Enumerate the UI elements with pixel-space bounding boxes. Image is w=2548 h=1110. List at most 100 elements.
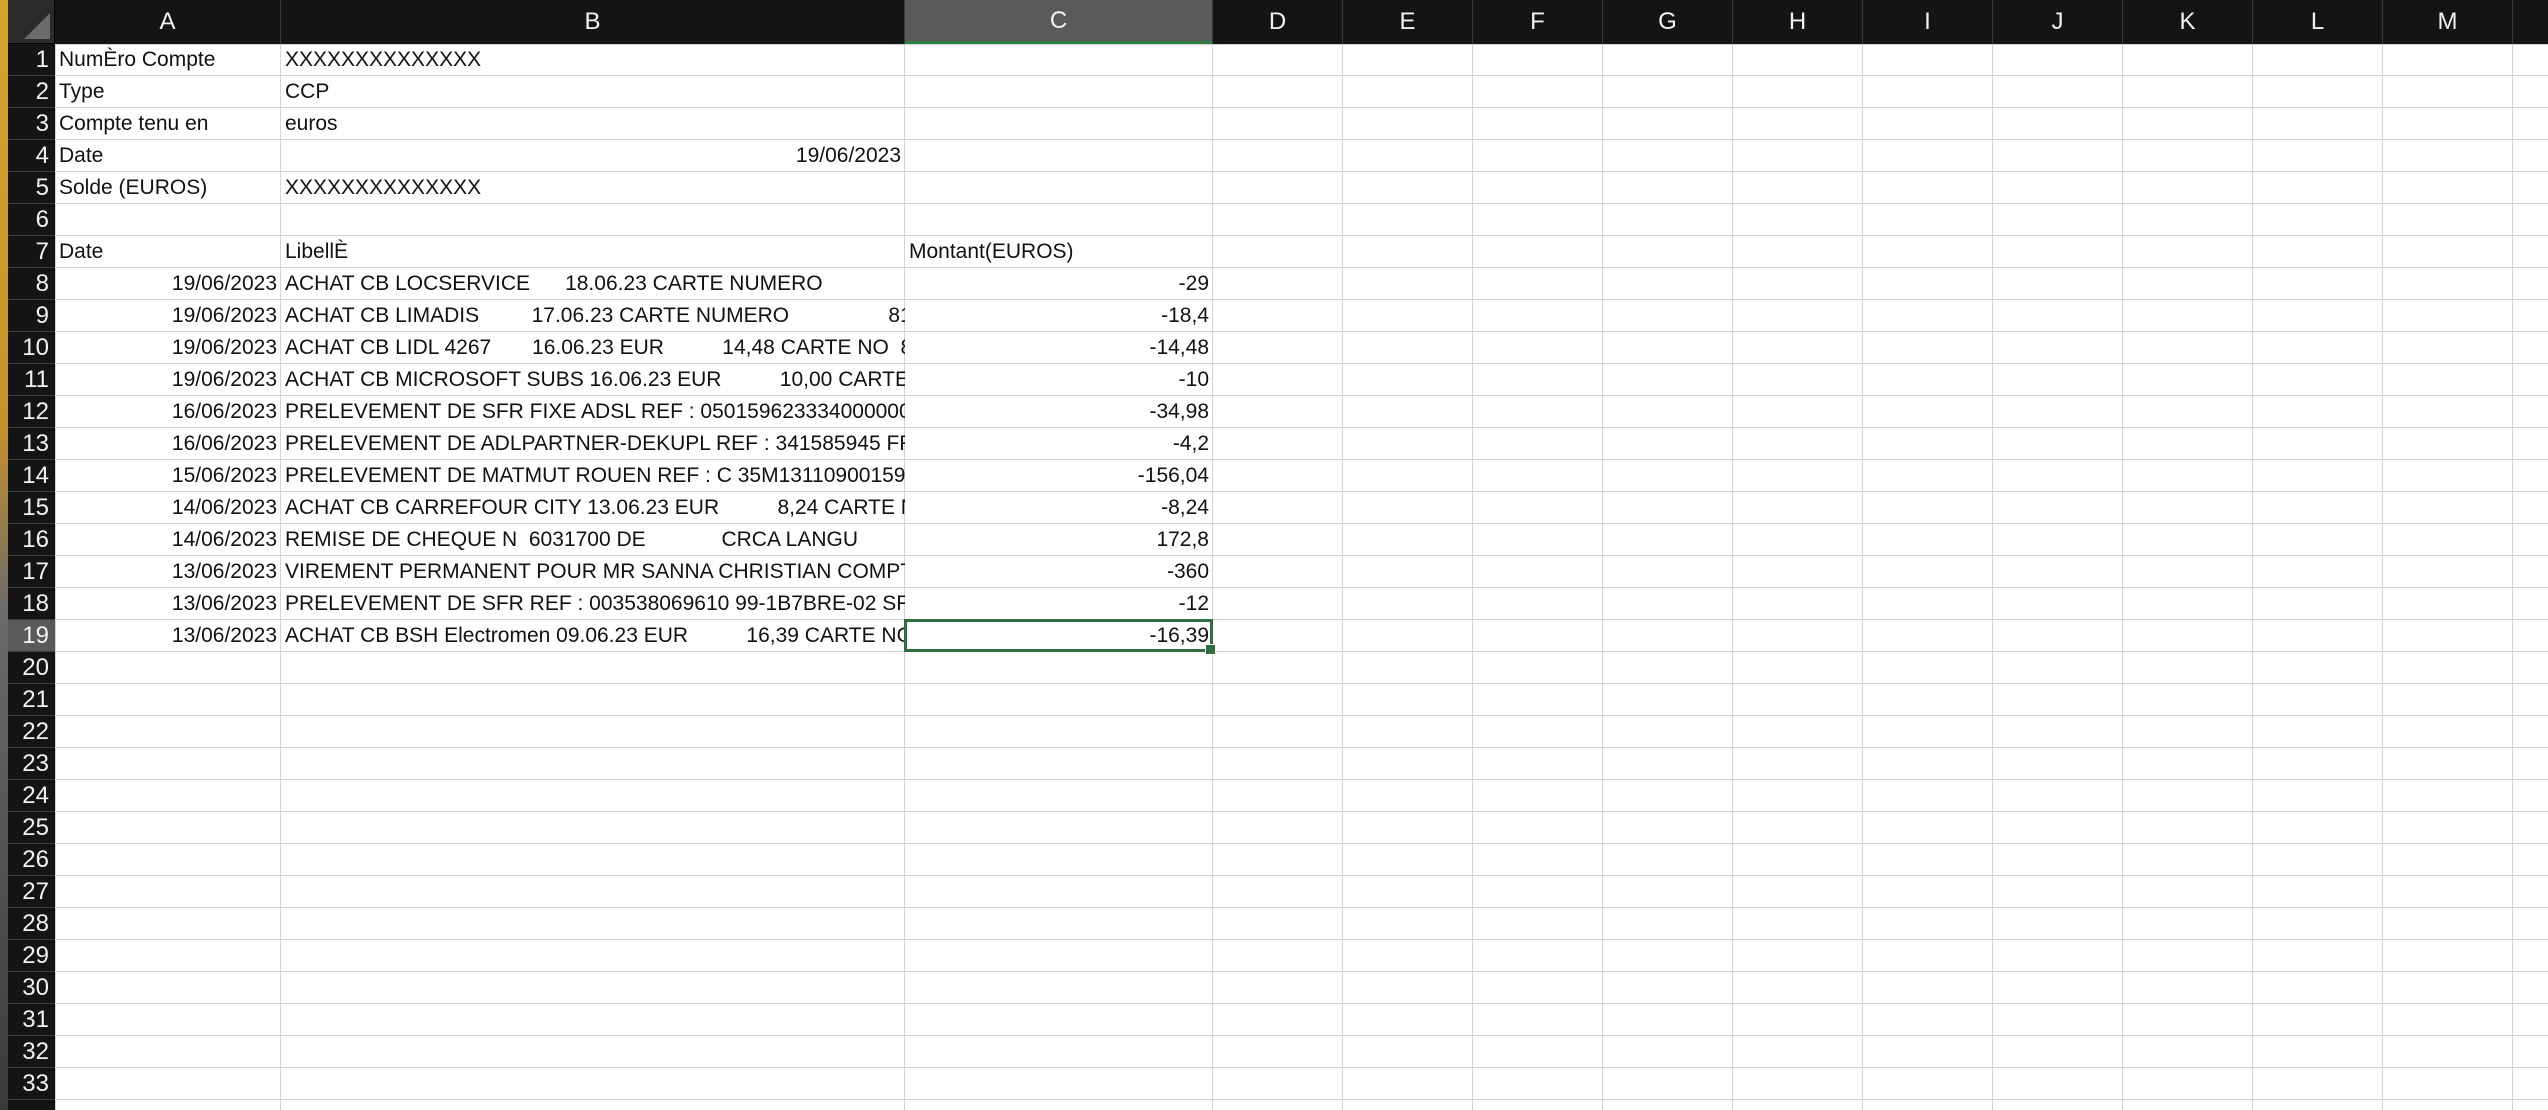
column-header-b[interactable]: B [281, 0, 905, 44]
transaction-libelle-cell[interactable]: ACHAT CB LIMADIS 17.06.23 CARTE NUMERO 8… [281, 300, 905, 332]
transaction-date-cell[interactable]: 19/06/2023 [55, 268, 281, 300]
row-header-27[interactable]: 27 [8, 876, 55, 908]
transaction-date-cell[interactable]: 19/06/2023 [55, 300, 281, 332]
column-header-m[interactable]: M [2383, 0, 2513, 44]
transaction-montant-cell[interactable]: -8,24 [905, 492, 1213, 524]
transaction-libelle-cell[interactable]: ACHAT CB MICROSOFT SUBS 16.06.23 EUR 10,… [281, 364, 905, 396]
transaction-date-cell[interactable]: 16/06/2023 [55, 396, 281, 428]
row-header-2[interactable]: 2 [8, 76, 55, 108]
column-header-c[interactable]: C [905, 0, 1213, 44]
transaction-montant-cell[interactable]: -14,48 [905, 332, 1213, 364]
row-header-10[interactable]: 10 [8, 332, 55, 364]
row-header-7[interactable]: 7 [8, 236, 55, 268]
row-header-18[interactable]: 18 [8, 588, 55, 620]
row-header-12[interactable]: 12 [8, 396, 55, 428]
column-header-j[interactable]: J [1993, 0, 2123, 44]
row-header-21[interactable]: 21 [8, 684, 55, 716]
row-header-6[interactable]: 6 [8, 204, 55, 236]
transaction-date-cell[interactable]: 13/06/2023 [55, 620, 281, 652]
row-header-23[interactable]: 23 [8, 748, 55, 780]
row-header-24[interactable]: 24 [8, 780, 55, 812]
transaction-montant-cell[interactable]: -12 [905, 588, 1213, 620]
transaction-date-cell[interactable]: 15/06/2023 [55, 460, 281, 492]
transaction-date-cell[interactable]: 16/06/2023 [55, 428, 281, 460]
transaction-date-cell[interactable]: 19/06/2023 [55, 332, 281, 364]
row-header-15[interactable]: 15 [8, 492, 55, 524]
transaction-montant-cell[interactable]: -34,98 [905, 396, 1213, 428]
info-value-cell[interactable]: XXXXXXXXXXXXXX [281, 44, 905, 76]
row-header-25[interactable]: 25 [8, 812, 55, 844]
transaction-libelle-cell[interactable]: ACHAT CB BSH Electromen 09.06.23 EUR 16,… [281, 620, 905, 652]
info-label-cell[interactable]: Solde (EUROS) [55, 172, 281, 204]
select-all-corner[interactable] [8, 0, 55, 44]
row-header-32[interactable]: 32 [8, 1036, 55, 1068]
column-header-k[interactable]: K [2123, 0, 2253, 44]
transaction-montant-cell[interactable]: -360 [905, 556, 1213, 588]
transaction-montant-cell[interactable]: -10 [905, 364, 1213, 396]
transaction-montant-cell[interactable]: -18,4 [905, 300, 1213, 332]
info-label-cell[interactable]: Type [55, 76, 281, 108]
column-header-a[interactable]: A [55, 0, 281, 44]
row-header-16[interactable]: 16 [8, 524, 55, 556]
column-header-d[interactable]: D [1213, 0, 1343, 44]
transaction-libelle-cell[interactable]: PRELEVEMENT DE SFR FIXE ADSL REF : 05015… [281, 396, 905, 428]
info-label-cell[interactable]: Compte tenu en [55, 108, 281, 140]
transaction-montant-cell[interactable]: -4,2 [905, 428, 1213, 460]
info-value-cell[interactable]: 19/06/2023 [281, 140, 905, 172]
row-header-22[interactable]: 22 [8, 716, 55, 748]
row-header-28[interactable]: 28 [8, 908, 55, 940]
row-header-14[interactable]: 14 [8, 460, 55, 492]
transaction-libelle-cell[interactable]: VIREMENT PERMANENT POUR MR SANNA CHRISTI… [281, 556, 905, 588]
info-label-cell[interactable]: NumÈro Compte [55, 44, 281, 76]
row-header-20[interactable]: 20 [8, 652, 55, 684]
column-header-h[interactable]: H [1733, 0, 1863, 44]
column-header-g[interactable]: G [1603, 0, 1733, 44]
row-header-33[interactable]: 33 [8, 1068, 55, 1100]
transaction-montant-cell[interactable]: -156,04 [905, 460, 1213, 492]
row-header-column: 1 2 3 4 5 6 7 8 9 10 11 12 13 14 15 16 17 18 19 20 21 22 23 24 2… [8, 44, 55, 1110]
row-header-1[interactable]: 1 [8, 44, 55, 76]
window-edge [0, 0, 8, 1110]
header-date-cell[interactable]: Date [55, 236, 281, 268]
cell-grid[interactable]: NumÈro Compte XXXXXXXXXXXXXX Type CCP Compte… [55, 44, 2548, 1110]
row-header-13[interactable]: 13 [8, 428, 55, 460]
transaction-libelle-cell[interactable]: PRELEVEMENT DE ADLPARTNER-DEKUPL REF : 3… [281, 428, 905, 460]
info-value-cell[interactable]: XXXXXXXXXXXXXX [281, 172, 905, 204]
transaction-libelle-cell[interactable]: ACHAT CB CARREFOUR CITY 13.06.23 EUR 8,2… [281, 492, 905, 524]
row-header-11[interactable]: 11 [8, 364, 55, 396]
info-value-cell[interactable]: euros [281, 108, 905, 140]
row-header-29[interactable]: 29 [8, 940, 55, 972]
transaction-date-cell[interactable]: 13/06/2023 [55, 556, 281, 588]
gridline-horizontal [55, 683, 2548, 684]
row-header-3[interactable]: 3 [8, 108, 55, 140]
row-header-8[interactable]: 8 [8, 268, 55, 300]
row-header-26[interactable]: 26 [8, 844, 55, 876]
row-header-17[interactable]: 17 [8, 556, 55, 588]
transaction-montant-cell[interactable]: -29 [905, 268, 1213, 300]
transaction-libelle-cell[interactable]: ACHAT CB LIDL 4267 16.06.23 EUR 14,48 CA… [281, 332, 905, 364]
row-header-5[interactable]: 5 [8, 172, 55, 204]
column-header-f[interactable]: F [1473, 0, 1603, 44]
row-header-4[interactable]: 4 [8, 140, 55, 172]
transaction-libelle-cell[interactable]: PRELEVEMENT DE MATMUT ROUEN REF : C 35M1… [281, 460, 905, 492]
row-header-9[interactable]: 9 [8, 300, 55, 332]
transaction-libelle-cell[interactable]: ACHAT CB LOCSERVICE 18.06.23 CARTE NUMER… [281, 268, 905, 300]
info-label-cell[interactable]: Date [55, 140, 281, 172]
column-header-l[interactable]: L [2253, 0, 2383, 44]
transaction-montant-cell[interactable]: 172,8 [905, 524, 1213, 556]
info-value-cell[interactable]: CCP [281, 76, 905, 108]
header-libelle-cell[interactable]: LibellÈ [281, 236, 905, 268]
transaction-date-cell[interactable]: 14/06/2023 [55, 492, 281, 524]
row-header-19[interactable]: 19 [8, 620, 55, 652]
column-header-i[interactable]: I [1863, 0, 1993, 44]
transaction-date-cell[interactable]: 19/06/2023 [55, 364, 281, 396]
row-header-30[interactable]: 30 [8, 972, 55, 1004]
header-montant-cell[interactable]: Montant(EUROS) [905, 236, 1213, 268]
transaction-date-cell[interactable]: 13/06/2023 [55, 588, 281, 620]
row-header-31[interactable]: 31 [8, 1004, 55, 1036]
transaction-libelle-cell[interactable]: PRELEVEMENT DE SFR REF : 003538069610 99… [281, 588, 905, 620]
transaction-montant-cell[interactable]: -16,39 [905, 620, 1213, 652]
transaction-libelle-cell[interactable]: REMISE DE CHEQUE N 6031700 DE CRCA LANGU [281, 524, 905, 556]
column-header-e[interactable]: E [1343, 0, 1473, 44]
transaction-date-cell[interactable]: 14/06/2023 [55, 524, 281, 556]
